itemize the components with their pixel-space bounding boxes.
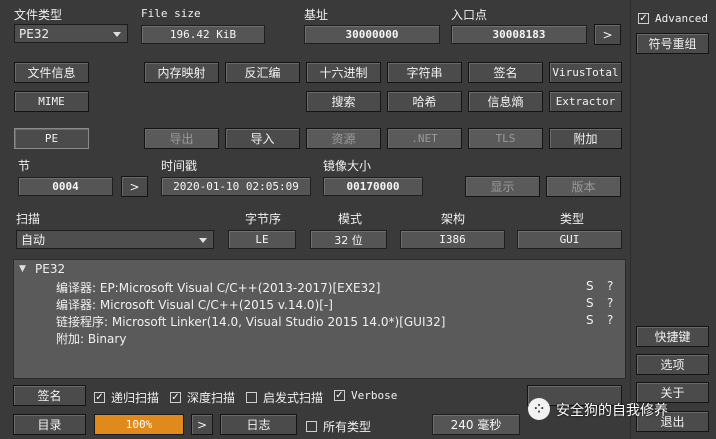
- result-item-compiler[interactable]: 编译器: Microsoft Visual C/C++(2015 v.14.0)…: [56, 296, 333, 313]
- result-info-link[interactable]: ?: [607, 313, 613, 327]
- export-button[interactable]: 导出: [144, 128, 219, 149]
- scan-results-tree[interactable]: ▼ PE32 编译器: EP:Microsoft Visual C/C++(20…: [13, 259, 626, 379]
- result-signature-link[interactable]: S: [586, 279, 594, 293]
- show-button[interactable]: 显示: [465, 176, 540, 197]
- all-types-label: 所有类型: [323, 420, 372, 434]
- check-icon: ✓: [334, 389, 345, 401]
- chevron-down-icon: [199, 237, 207, 243]
- scan-mode-select[interactable]: 自动: [16, 230, 214, 249]
- result-info-link[interactable]: ?: [607, 279, 613, 293]
- mode-label: 模式: [338, 212, 363, 226]
- signature-button[interactable]: 签名: [13, 385, 86, 406]
- resources-button[interactable]: 资源: [306, 128, 381, 149]
- import-button[interactable]: 导入: [225, 128, 300, 149]
- all-types-checkbox[interactable]: 所有类型: [306, 418, 371, 435]
- section-go-button[interactable]: >: [121, 176, 148, 197]
- recursive-scan-checkbox[interactable]: ✓ 递归扫描: [94, 389, 159, 406]
- check-icon: ✓: [638, 12, 649, 24]
- checkbox-empty-icon: [306, 421, 317, 432]
- directory-button[interactable]: 目录: [13, 414, 86, 435]
- search-button[interactable]: 搜索: [306, 91, 381, 112]
- image-size-label: 镜像大小: [323, 159, 372, 173]
- disassembly-button[interactable]: 反汇编: [225, 62, 300, 83]
- deep-scan-label: 深度扫描: [187, 391, 236, 405]
- result-info-link[interactable]: ?: [607, 296, 613, 310]
- tree-expand-icon[interactable]: ▼: [19, 264, 26, 274]
- hash-button[interactable]: 哈希: [387, 91, 462, 112]
- result-item-compiler-ep[interactable]: 编译器: EP:Microsoft Visual C/C++(2013-2017…: [56, 279, 380, 296]
- file-info-button[interactable]: 文件信息: [14, 62, 89, 83]
- virustotal-button[interactable]: VirusTotal: [549, 62, 622, 83]
- signatures-button[interactable]: 签名: [468, 62, 543, 83]
- check-icon: ✓: [94, 391, 105, 403]
- section-label: 节: [18, 159, 31, 173]
- entry-point-label: 入口点: [451, 8, 488, 22]
- endianness-label: 字节序: [245, 212, 282, 226]
- progress-go-button[interactable]: >: [191, 414, 213, 435]
- entropy-button[interactable]: 信息熵: [468, 91, 543, 112]
- tls-button[interactable]: TLS: [468, 128, 543, 149]
- advanced-checkbox[interactable]: ✓ Advanced: [638, 12, 708, 25]
- endianness-field: LE: [228, 230, 296, 249]
- entry-point-go-button[interactable]: >: [594, 24, 621, 45]
- timestamp-field: 2020-01-10 02:05:09: [161, 177, 311, 196]
- mode-field: 32 位: [310, 230, 387, 249]
- right-panel-divider: [630, 0, 631, 439]
- file-type-select[interactable]: PE32: [14, 24, 128, 43]
- check-icon: ✓: [170, 391, 181, 403]
- options-button[interactable]: 选项: [636, 354, 709, 375]
- pe-button[interactable]: PE: [14, 128, 89, 149]
- strings-button[interactable]: 字符串: [387, 62, 462, 83]
- file-size-field: 196.42 KiB: [141, 25, 265, 44]
- base-address-label: 基址: [304, 8, 329, 22]
- symbol-reorg-button[interactable]: 符号重组: [636, 33, 709, 54]
- scan-label: 扫描: [16, 212, 41, 226]
- entry-point-field[interactable]: 30008183: [451, 25, 587, 44]
- image-size-field: 00170000: [323, 177, 423, 196]
- tree-root-pe32[interactable]: PE32: [35, 262, 65, 276]
- base-address-field[interactable]: 30000000: [304, 25, 440, 44]
- dotnet-button[interactable]: .NET: [387, 128, 462, 149]
- file-type-value: PE32: [19, 26, 50, 41]
- heuristic-scan-label: 启发式扫描: [263, 391, 324, 405]
- arch-label: 架构: [441, 212, 466, 226]
- recursive-scan-label: 递归扫描: [111, 391, 160, 405]
- result-signature-link[interactable]: S: [586, 296, 594, 310]
- section-count-field: 0004: [18, 177, 113, 196]
- heuristic-scan-checkbox[interactable]: 启发式扫描: [246, 389, 323, 406]
- watermark: ⁘ 安全狗的自我修养: [524, 394, 704, 424]
- file-type-label: 文件类型: [14, 8, 63, 22]
- version-button[interactable]: 版本: [546, 176, 621, 197]
- deep-scan-checkbox[interactable]: ✓ 深度扫描: [170, 389, 235, 406]
- scan-progress-bar: 100%: [94, 414, 184, 435]
- verbose-label: Verbose: [351, 389, 398, 402]
- checkbox-empty-icon: [246, 392, 257, 403]
- advanced-label: Advanced: [655, 12, 708, 25]
- scan-time-field: 240 毫秒: [432, 414, 520, 435]
- memory-map-button[interactable]: 内存映射: [144, 62, 219, 83]
- extractor-button[interactable]: Extractor: [549, 91, 622, 112]
- arch-field: I386: [400, 230, 505, 249]
- hex-button[interactable]: 十六进制: [306, 62, 381, 83]
- file-size-label: File size: [141, 7, 201, 20]
- result-signature-link[interactable]: S: [586, 313, 594, 327]
- log-button[interactable]: 日志: [220, 414, 297, 435]
- progress-text: 100%: [125, 418, 153, 431]
- verbose-checkbox[interactable]: ✓ Verbose: [334, 389, 397, 402]
- result-item-linker[interactable]: 链接程序: Microsoft Linker(14.0, Visual Stud…: [56, 313, 445, 330]
- watermark-text: 安全狗的自我修养: [556, 403, 668, 419]
- result-item-overlay[interactable]: 附加: Binary: [56, 330, 126, 347]
- shortcuts-button[interactable]: 快捷键: [636, 326, 709, 347]
- type-label: 类型: [560, 212, 585, 226]
- mime-button[interactable]: MIME: [14, 91, 89, 112]
- timestamp-label: 时间戳: [161, 159, 198, 173]
- scan-mode-value: 自动: [21, 233, 46, 247]
- chevron-down-icon: [113, 31, 121, 37]
- type-field: GUI: [517, 230, 622, 249]
- wechat-icon: ⁘: [528, 398, 550, 420]
- overlay-button[interactable]: 附加: [549, 128, 622, 149]
